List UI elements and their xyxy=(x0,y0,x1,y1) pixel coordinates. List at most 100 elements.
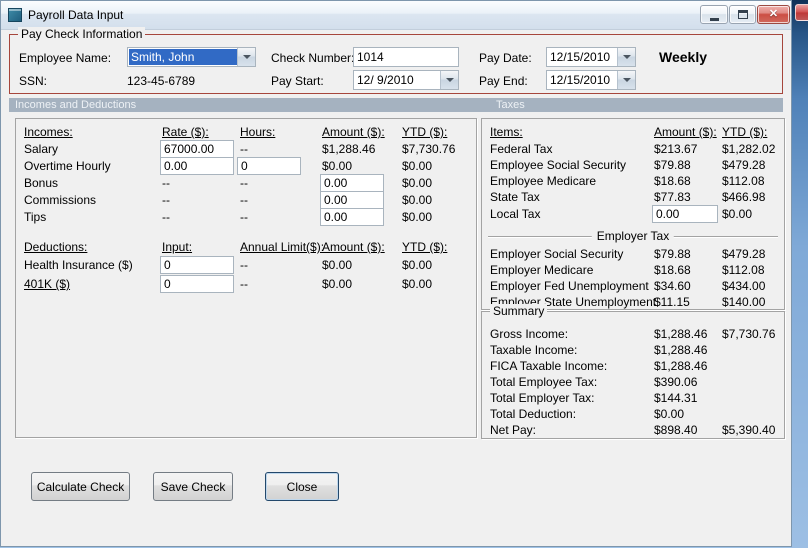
summary-name: Total Employee Tax: xyxy=(490,375,598,389)
income-name: Tips xyxy=(24,210,47,224)
amount-col-header: Amount ($): xyxy=(322,240,385,254)
deduction-row-health-insurance: Health Insurance ($) -- $0.00 $0.00 xyxy=(16,256,476,274)
ytd-col-header: YTD ($): xyxy=(402,125,448,139)
pay-date-value: 12/15/2010 xyxy=(550,50,611,64)
tax-name: Employer Fed Unemployment xyxy=(490,279,649,293)
summary-amount: $898.40 xyxy=(654,423,698,437)
pay-start-picker[interactable]: 12/ 9/2010 xyxy=(353,70,459,90)
deduction-limit: -- xyxy=(240,258,248,272)
chevron-down-icon xyxy=(622,78,631,82)
summary-row-net-pay: Net Pay: $898.40 $5,390.40 xyxy=(482,422,784,439)
tax-row-employee-medicare: Employee Medicare $18.68 $112.08 xyxy=(482,173,784,190)
employee-name-value: Smith, John xyxy=(129,49,237,65)
pay-frequency-label: Weekly xyxy=(659,49,707,65)
tax-ytd: $0.00 xyxy=(722,207,753,221)
summary-row-fica-taxable: FICA Taxable Income: $1,288.46 xyxy=(482,358,784,375)
chevron-down-icon xyxy=(445,78,454,82)
tax-name: Employer Medicare xyxy=(490,263,594,277)
pay-end-label: Pay End: xyxy=(479,74,528,88)
pay-end-picker[interactable]: 12/15/2010 xyxy=(546,70,636,90)
check-number-input[interactable] xyxy=(353,47,459,67)
save-check-button[interactable]: Save Check xyxy=(153,472,233,501)
income-amount: $0.00 xyxy=(322,159,353,173)
income-amount: $1,288.46 xyxy=(322,142,376,156)
check-number-label: Check Number: xyxy=(271,51,355,65)
pay-end-dropdown-button[interactable] xyxy=(617,71,635,89)
income-name: Commissions xyxy=(24,193,97,207)
pay-date-dropdown-button[interactable] xyxy=(617,48,635,66)
tax-amount: $79.88 xyxy=(654,247,691,261)
pay-end-value: 12/15/2010 xyxy=(550,73,611,87)
tax-name: Employer Social Security xyxy=(490,247,624,261)
overtime-rate-input[interactable] xyxy=(160,157,234,175)
payroll-dialog: Payroll Data Input ✕ Pay Check Informati… xyxy=(0,0,792,547)
tax-amount: $34.60 xyxy=(654,279,691,293)
tax-ytd: $466.98 xyxy=(722,190,766,204)
deduction-ytd: $0.00 xyxy=(402,258,433,272)
income-row-tips: Tips -- -- $0.00 xyxy=(16,208,476,226)
input-col-header: Input: xyxy=(162,240,193,254)
tax-row-employer-medicare: Employer Medicare $18.68 $112.08 xyxy=(482,262,784,279)
ssn-value: 123-45-6789 xyxy=(127,74,196,88)
paycheck-info-group-label: Pay Check Information xyxy=(18,27,146,41)
summary-row-total-employer-tax: Total Employer Tax: $144.31 xyxy=(482,390,784,407)
summary-name: Taxable Income: xyxy=(490,343,578,357)
employee-name-combobox[interactable]: Smith, John xyxy=(127,47,256,67)
chevron-down-icon xyxy=(622,55,631,59)
deduction-401k-link[interactable]: 401K ($) xyxy=(24,277,70,291)
health-insurance-input[interactable] xyxy=(160,256,234,274)
tax-row-local: Local Tax $0.00 xyxy=(482,205,784,223)
maximize-button[interactable] xyxy=(729,5,756,24)
calculate-check-button[interactable]: Calculate Check xyxy=(31,472,130,501)
close-check-button[interactable]: Close xyxy=(265,472,339,501)
income-row-overtime: Overtime Hourly $0.00 $0.00 xyxy=(16,157,476,175)
background-window-edge xyxy=(790,0,808,548)
ytd-col-header: YTD ($): xyxy=(402,240,448,254)
section-incomes-deductions: Incomes and Deductions xyxy=(15,99,137,111)
tax-ytd: $479.28 xyxy=(722,158,766,172)
close-icon: ✕ xyxy=(768,8,779,20)
ssn-label: SSN: xyxy=(19,74,48,88)
pay-start-value: 12/ 9/2010 xyxy=(357,73,414,87)
items-col-header: Items: xyxy=(490,125,523,139)
tax-ytd: $434.00 xyxy=(722,279,766,293)
salary-rate-input[interactable] xyxy=(160,140,234,158)
pay-start-dropdown-button[interactable] xyxy=(440,71,458,89)
income-ytd: $7,730.76 xyxy=(402,142,456,156)
401k-input[interactable] xyxy=(160,275,234,293)
tax-name: Employee Social Security xyxy=(490,158,627,172)
deduction-amount: $0.00 xyxy=(322,258,353,272)
income-ytd: $0.00 xyxy=(402,210,433,224)
employee-name-dropdown-button[interactable] xyxy=(237,48,255,66)
summary-row-total-employee-tax: Total Employee Tax: $390.06 xyxy=(482,374,784,391)
deduction-amount: $0.00 xyxy=(322,277,353,291)
income-name: Overtime Hourly xyxy=(24,159,111,173)
income-rate: -- xyxy=(162,210,170,224)
income-hours: -- xyxy=(240,142,248,156)
tax-amount: $213.67 xyxy=(654,142,698,156)
income-ytd: $0.00 xyxy=(402,193,433,207)
income-name: Bonus xyxy=(24,176,59,190)
local-tax-input[interactable] xyxy=(652,205,718,223)
deduction-limit: -- xyxy=(240,277,248,291)
commissions-amount-input[interactable] xyxy=(320,191,384,209)
income-hours: -- xyxy=(240,210,248,224)
tips-amount-input[interactable] xyxy=(320,208,384,226)
window-title: Payroll Data Input xyxy=(28,8,124,22)
minimize-button[interactable] xyxy=(700,5,728,24)
tax-row-state: State Tax $77.83 $466.98 xyxy=(482,189,784,206)
income-name: Salary xyxy=(24,142,59,156)
summary-amount: $0.00 xyxy=(654,407,685,421)
bonus-amount-input[interactable] xyxy=(320,174,384,192)
pay-date-picker[interactable]: 12/15/2010 xyxy=(546,47,636,67)
income-row-commissions: Commissions -- -- $0.00 xyxy=(16,191,476,209)
deduction-ytd: $0.00 xyxy=(402,277,433,291)
overtime-hours-input[interactable] xyxy=(237,157,301,175)
income-rate: -- xyxy=(162,176,170,190)
summary-name: FICA Taxable Income: xyxy=(490,359,608,373)
tax-name: Employee Medicare xyxy=(490,174,597,188)
titlebar: Payroll Data Input ✕ xyxy=(1,1,791,30)
hours-col-header: Hours: xyxy=(240,125,276,139)
close-button[interactable]: ✕ xyxy=(757,5,790,24)
tax-amount: $77.83 xyxy=(654,190,691,204)
